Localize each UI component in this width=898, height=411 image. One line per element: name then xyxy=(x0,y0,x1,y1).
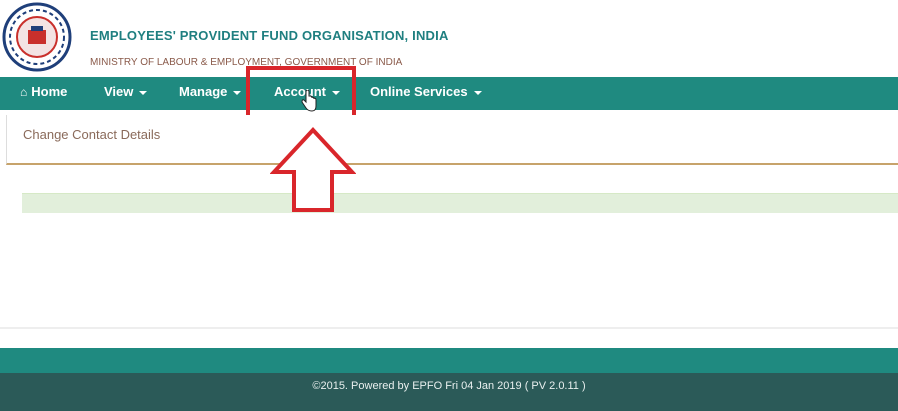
divider xyxy=(0,327,898,329)
epfo-logo-icon xyxy=(2,2,72,72)
footer-band xyxy=(0,348,898,373)
home-icon: ⌂ xyxy=(20,85,28,99)
site-footer: ©2015. Powered by EPFO Fri 04 Jan 2019 (… xyxy=(0,373,898,411)
main-navbar: ⌂ Home View Manage Account Online Service… xyxy=(0,77,898,110)
epfo-page: EMPLOYEES' PROVIDENT FUND ORGANISATION, … xyxy=(0,0,898,411)
nav-home-label: Home xyxy=(31,84,68,99)
footer-copyright: ©2015. Powered by EPFO Fri 04 Jan 2019 (… xyxy=(312,380,586,392)
content-panel: Change Contact Details xyxy=(6,115,898,165)
caret-down-icon xyxy=(473,90,482,95)
site-header: EMPLOYEES' PROVIDENT FUND ORGANISATION, … xyxy=(0,0,898,77)
hand-cursor-icon xyxy=(301,90,317,112)
caret-down-icon xyxy=(233,90,242,95)
nav-view[interactable]: View xyxy=(104,77,148,110)
nav-online-services-label: Online Services xyxy=(370,84,468,99)
nav-online-services[interactable]: Online Services xyxy=(370,77,482,110)
caret-down-icon xyxy=(139,90,148,95)
nav-home[interactable]: ⌂ Home xyxy=(20,77,67,110)
up-arrow-icon xyxy=(270,127,356,212)
alert-box xyxy=(22,193,898,213)
nav-manage[interactable]: Manage xyxy=(179,77,242,110)
panel-title: Change Contact Details xyxy=(23,127,161,142)
org-title: EMPLOYEES' PROVIDENT FUND ORGANISATION, … xyxy=(90,28,449,43)
nav-manage-label: Manage xyxy=(179,84,228,99)
nav-view-label: View xyxy=(104,84,134,99)
